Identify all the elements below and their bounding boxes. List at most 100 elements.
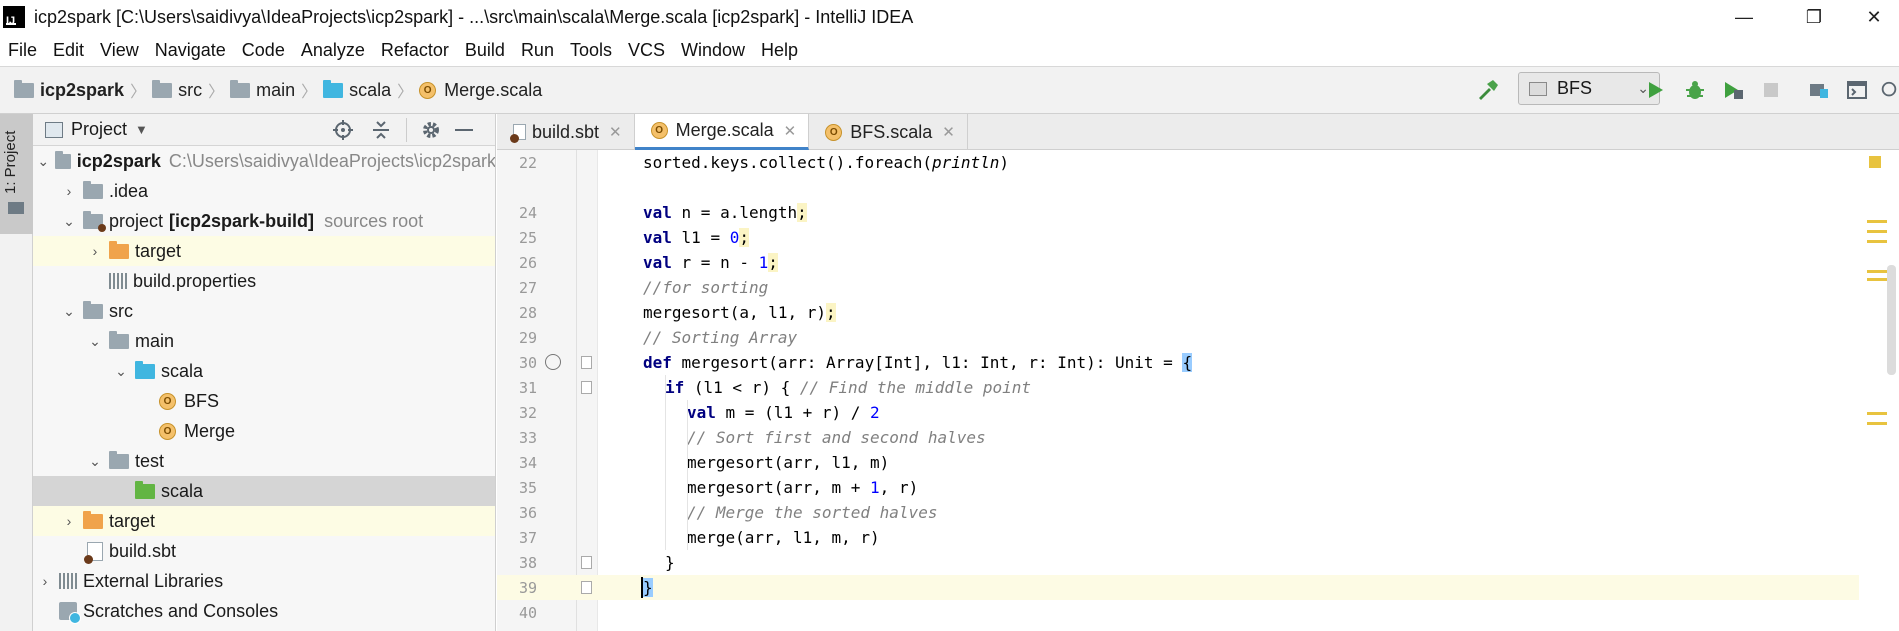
chevron-down-icon[interactable]: ⌄ xyxy=(61,213,77,230)
tree-item-merge[interactable]: O Merge xyxy=(33,416,495,446)
code-text: val l1 = 0; xyxy=(643,228,749,247)
run-icon[interactable] xyxy=(1643,78,1667,102)
code-line: 34 mergesort(arr, l1, m) xyxy=(518,453,890,472)
run-with-coverage-icon[interactable] xyxy=(1721,78,1745,102)
menu-edit[interactable]: Edit xyxy=(45,40,92,61)
chevron-right-icon[interactable]: › xyxy=(37,573,53,589)
warning-marker[interactable] xyxy=(1867,220,1887,223)
warning-marker[interactable] xyxy=(1867,412,1887,415)
menu-code[interactable]: Code xyxy=(234,40,293,61)
tree-item-external-libraries[interactable]: › External Libraries xyxy=(33,566,495,596)
debug-icon[interactable] xyxy=(1683,78,1707,102)
tree-item-main[interactable]: ⌄ main xyxy=(33,326,495,356)
warning-marker[interactable] xyxy=(1867,278,1887,281)
menu-build[interactable]: Build xyxy=(457,40,513,61)
window-title: icp2spark [C:\Users\saidivya\IdeaProject… xyxy=(34,6,914,27)
code-editor[interactable]: 22 sorted.keys.collect().foreach(println… xyxy=(497,150,1899,631)
menu-file[interactable]: File xyxy=(0,40,45,61)
scala-object-icon: O xyxy=(650,122,668,139)
tree-item-src[interactable]: ⌄ src xyxy=(33,296,495,326)
code-line: 37 merge(arr, l1, m, r) xyxy=(518,528,880,547)
warning-marker[interactable] xyxy=(1867,270,1887,273)
chevron-down-icon[interactable]: ⌄ xyxy=(61,303,77,320)
tree-item-test[interactable]: ⌄ test xyxy=(33,446,495,476)
tree-item-build-properties[interactable]: build.properties xyxy=(33,266,495,296)
restore-button[interactable]: ❐ xyxy=(1779,0,1849,34)
menu-run[interactable]: Run xyxy=(513,40,562,61)
menu-vcs[interactable]: VCS xyxy=(620,40,673,61)
code-text: val r = n - 1; xyxy=(643,253,778,272)
chevron-right-icon[interactable]: › xyxy=(61,513,77,529)
configuration-icon xyxy=(1529,81,1547,96)
recursion-icon[interactable] xyxy=(545,354,561,370)
tab-merge-scala[interactable]: O Merge.scala ✕ xyxy=(634,114,810,150)
scala-object-icon: O xyxy=(825,123,843,141)
fold-marker-icon[interactable] xyxy=(581,581,592,594)
breadcrumb-src[interactable]: src xyxy=(152,79,202,101)
chevron-down-icon[interactable]: ⌄ xyxy=(113,363,129,380)
minimize-button[interactable]: — xyxy=(1709,0,1779,34)
gear-icon[interactable] xyxy=(421,120,441,145)
vertical-scrollbar[interactable] xyxy=(1887,265,1896,375)
tree-item-bfs[interactable]: O BFS xyxy=(33,386,495,416)
project-view-selector[interactable]: Project xyxy=(71,119,127,140)
code-text: mergesort(arr, l1, m) xyxy=(687,453,890,472)
tree-item-root[interactable]: ⌄ icp2spark C:\Users\saidivya\IdeaProjec… xyxy=(33,146,495,176)
breadcrumb-main[interactable]: main xyxy=(230,79,295,101)
chevron-down-icon[interactable]: ▼ xyxy=(135,122,148,137)
menu-tools[interactable]: Tools xyxy=(562,40,620,61)
project-structure-icon[interactable] xyxy=(1807,78,1831,102)
tree-item-scratches[interactable]: Scratches and Consoles xyxy=(33,596,495,626)
chevron-down-icon[interactable]: ⌄ xyxy=(37,153,49,170)
locate-file-icon[interactable] xyxy=(333,120,353,145)
chevron-down-icon[interactable]: ⌄ xyxy=(87,453,103,470)
terminal-window-icon[interactable] xyxy=(1845,78,1869,102)
chevron-right-icon[interactable]: › xyxy=(61,183,77,199)
menu-navigate[interactable]: Navigate xyxy=(147,40,234,61)
menu-view[interactable]: View xyxy=(92,40,147,61)
build-hammer-icon[interactable] xyxy=(1476,78,1500,102)
chevron-right-icon[interactable]: › xyxy=(87,243,103,259)
collapse-all-icon[interactable] xyxy=(371,120,391,145)
breadcrumb-scala[interactable]: scala xyxy=(323,79,391,101)
menu-window[interactable]: Window xyxy=(673,40,753,61)
warning-marker[interactable] xyxy=(1867,230,1887,233)
tab-bfs-scala[interactable]: O BFS.scala ✕ xyxy=(809,114,968,150)
stop-icon[interactable] xyxy=(1759,78,1783,102)
sbt-file-icon xyxy=(84,541,103,564)
tree-item-build-sbt[interactable]: build.sbt xyxy=(33,536,495,566)
tree-item-scala[interactable]: ⌄ scala xyxy=(33,356,495,386)
code-text: merge(arr, l1, m, r) xyxy=(687,528,880,547)
code-line: 28 mergesort(a, l1, r); xyxy=(518,303,836,322)
hide-panel-icon[interactable] xyxy=(455,129,473,131)
tree-item-project-target[interactable]: › target xyxy=(33,236,495,266)
tree-item-idea[interactable]: › .idea xyxy=(33,176,495,206)
folder-icon xyxy=(83,180,103,199)
run-configuration-select[interactable]: BFS ⌄ xyxy=(1518,72,1660,105)
library-icon xyxy=(59,573,77,589)
fold-marker-icon[interactable] xyxy=(581,381,592,394)
folder-icon xyxy=(152,79,173,98)
breadcrumb-project[interactable]: icp2spark xyxy=(14,79,124,101)
search-icon[interactable] xyxy=(1879,78,1899,102)
warning-marker[interactable] xyxy=(1867,422,1887,425)
menu-refactor[interactable]: Refactor xyxy=(373,40,457,61)
project-tool-window-tab[interactable]: 1: Project xyxy=(0,114,33,234)
warning-marker[interactable] xyxy=(1867,240,1887,243)
code-comment: // Sort first and second halves xyxy=(687,428,986,447)
tree-item-project[interactable]: ⌄ project [icp2spark-build] sources root xyxy=(33,206,495,236)
breadcrumb-file[interactable]: O Merge.scala xyxy=(419,80,542,101)
close-button[interactable]: ✕ xyxy=(1849,0,1899,34)
close-tab-icon[interactable]: ✕ xyxy=(942,123,955,141)
tree-item-target[interactable]: › target xyxy=(33,506,495,536)
warning-indicator-icon[interactable] xyxy=(1869,156,1881,168)
fold-marker-icon[interactable] xyxy=(581,356,592,369)
fold-marker-icon[interactable] xyxy=(581,556,592,569)
tab-build-sbt[interactable]: build.sbt ✕ xyxy=(497,114,635,150)
menu-analyze[interactable]: Analyze xyxy=(293,40,373,61)
chevron-down-icon[interactable]: ⌄ xyxy=(87,333,103,350)
tree-item-test-scala[interactable]: scala xyxy=(33,476,495,506)
close-tab-icon[interactable]: ✕ xyxy=(784,122,797,140)
close-tab-icon[interactable]: ✕ xyxy=(609,123,622,141)
menu-help[interactable]: Help xyxy=(753,40,806,61)
